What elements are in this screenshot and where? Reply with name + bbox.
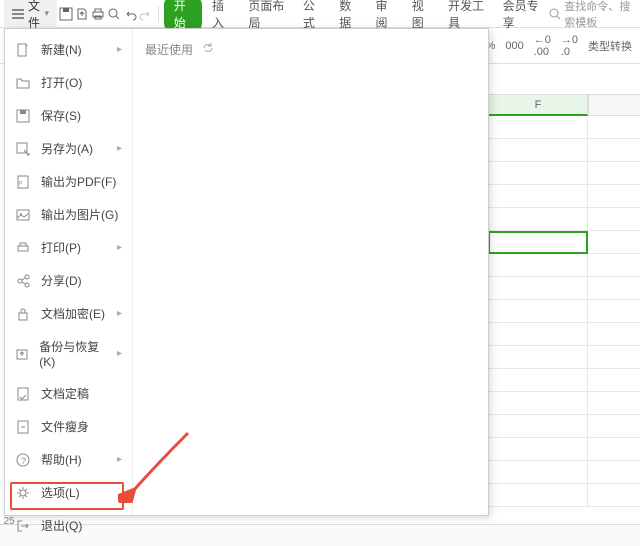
image-icon <box>15 207 31 223</box>
file-menu-panel: 新建(N)▸ 打开(O) 保存(S) 另存为(A)▸ P输出为PDF(F) 输出… <box>4 28 489 516</box>
chevron-right-icon: ▸ <box>117 454 122 465</box>
menu-saveas[interactable]: 另存为(A)▸ <box>5 132 132 165</box>
saveas-icon <box>15 141 31 157</box>
grid[interactable] <box>488 116 640 524</box>
menu-slim[interactable]: 文件瘦身 <box>5 410 132 443</box>
folder-icon <box>15 75 31 91</box>
menu-share[interactable]: 分享(D) <box>5 264 132 297</box>
menu-save[interactable]: 保存(S) <box>5 99 132 132</box>
menu-image[interactable]: 输出为图片(G) <box>5 198 132 231</box>
dec-dec-button[interactable]: →0.0 <box>561 34 578 58</box>
type-convert-button[interactable]: 类型转换 <box>588 38 632 54</box>
search-placeholder: 查找命令、搜索模板 <box>564 0 636 30</box>
search-box[interactable]: 查找命令、搜索模板 <box>549 0 636 30</box>
svg-text:?: ? <box>21 456 26 466</box>
menu-print[interactable]: 打印(P)▸ <box>5 231 132 264</box>
number-buttons: ¥ % 000 ←0.00 →0.0 类型转换 <box>469 34 632 58</box>
chevron-right-icon: ▸ <box>117 44 122 55</box>
search-icon <box>549 8 561 20</box>
refresh-icon[interactable] <box>201 41 215 55</box>
backup-icon <box>15 346 29 362</box>
menu-backup[interactable]: 备份与恢复(K)▸ <box>5 330 132 377</box>
undo-icon[interactable] <box>123 5 137 23</box>
chevron-right-icon: ▸ <box>117 242 122 253</box>
menu-open[interactable]: 打开(O) <box>5 66 132 99</box>
pdf-icon: P <box>15 174 31 190</box>
menu-pdf[interactable]: P输出为PDF(F) <box>5 165 132 198</box>
print-icon[interactable] <box>91 5 105 23</box>
column-headers: F <box>488 94 640 116</box>
menu-options[interactable]: 选项(L) <box>5 476 132 509</box>
export-icon[interactable] <box>75 5 89 23</box>
menu-finalize[interactable]: 文档定稿 <box>5 377 132 410</box>
col-header-f[interactable]: F <box>488 94 588 116</box>
exit-icon <box>15 518 31 534</box>
recent-label: 最近使用 <box>145 41 193 58</box>
quick-toolbar: 文件 ▾ 开始 插入 页面布局 公式 数据 审阅 视图 开发工具 会员专享 查找… <box>0 0 640 28</box>
slim-icon <box>15 419 31 435</box>
thousands-button[interactable]: 000 <box>505 40 523 52</box>
chevron-right-icon: ▸ <box>117 308 122 319</box>
help-icon: ? <box>15 452 31 468</box>
redo-icon[interactable] <box>139 5 153 23</box>
chevron-right-icon: ▸ <box>117 348 122 359</box>
preview-icon[interactable] <box>107 5 121 23</box>
share-icon <box>15 273 31 289</box>
col-header-g[interactable] <box>588 94 640 116</box>
dec-inc-button[interactable]: ←0.00 <box>534 34 551 58</box>
chevron-down-icon: ▾ <box>44 8 49 19</box>
file-menu-list: 新建(N)▸ 打开(O) 保存(S) 另存为(A)▸ P输出为PDF(F) 输出… <box>5 29 133 515</box>
save-icon <box>15 108 31 124</box>
svg-text:P: P <box>19 181 23 187</box>
print-icon <box>15 240 31 256</box>
finalize-icon <box>15 386 31 402</box>
hamburger-icon <box>12 9 24 19</box>
menu-help[interactable]: ?帮助(H)▸ <box>5 443 132 476</box>
chevron-right-icon: ▸ <box>117 143 122 154</box>
tab-vip[interactable]: 会员专享 <box>495 0 548 33</box>
file-label: 文件 <box>28 0 40 31</box>
separator <box>158 6 159 22</box>
menu-exit[interactable]: 退出(Q) <box>5 509 132 542</box>
new-icon <box>15 42 31 58</box>
lock-icon <box>15 306 31 322</box>
gear-icon <box>15 485 31 501</box>
save-icon[interactable] <box>59 5 73 23</box>
menu-encrypt[interactable]: 文档加密(E)▸ <box>5 297 132 330</box>
active-cell[interactable] <box>488 231 588 254</box>
menu-new[interactable]: 新建(N)▸ <box>5 33 132 66</box>
recent-panel: 最近使用 <box>133 29 488 515</box>
